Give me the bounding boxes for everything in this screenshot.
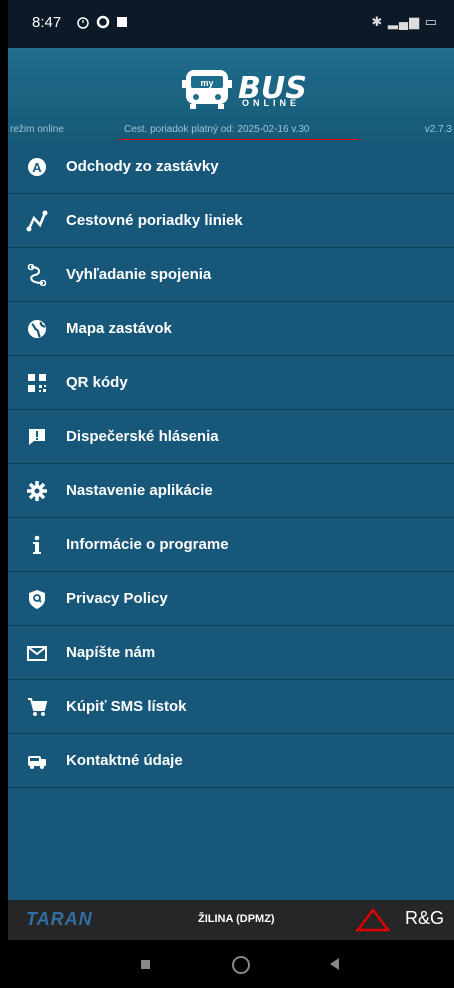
menu-item-privacy-policy[interactable]: Privacy Policy xyxy=(8,572,454,626)
shield-icon xyxy=(8,588,66,610)
menu-item-departures[interactable]: A Odchody zo zastávky xyxy=(8,140,454,194)
status-icons-left xyxy=(76,15,128,29)
status-right-icons: ✱ ▂▄▆ ▭ xyxy=(371,14,438,29)
city-label: ŽILINA (DPMZ) xyxy=(198,913,275,925)
menu-item-label: Odchody zo zastávky xyxy=(66,158,219,175)
ring-icon xyxy=(96,15,110,29)
qr-code-icon xyxy=(8,372,66,394)
rg-logo: R&G xyxy=(404,908,444,928)
home-button[interactable] xyxy=(232,956,250,974)
menu-item-label: Kúpiť SMS lístok xyxy=(66,698,187,715)
menu-item-stop-map[interactable]: Mapa zastávok xyxy=(8,302,454,356)
menu-item-app-settings[interactable]: Nastavenie aplikácie xyxy=(8,464,454,518)
recent-apps-button[interactable] xyxy=(141,960,150,969)
system-nav-bar xyxy=(8,940,454,988)
footer-bar: TARAN ŽILINA (DPMZ) R&G xyxy=(8,900,454,940)
cart-icon xyxy=(8,696,66,718)
mybus-logo: my BUS ONLINE xyxy=(182,68,307,110)
menu-item-timetables[interactable]: Cestovné poriadky liniek xyxy=(8,194,454,248)
mode-label: režim online xyxy=(10,124,64,135)
menu-item-contact-details[interactable]: Kontaktné údaje xyxy=(8,734,454,788)
back-button[interactable] xyxy=(330,958,339,970)
menu-item-buy-sms-ticket[interactable]: Kúpiť SMS lístok xyxy=(8,680,454,734)
info-icon xyxy=(8,534,66,556)
menu-item-dispatcher-alerts[interactable]: Dispečerské hlásenia xyxy=(8,410,454,464)
version-label: v2.7.3 xyxy=(424,124,452,135)
menu-item-label: Informácie o programe xyxy=(66,536,229,553)
square-notification-icon xyxy=(117,17,127,27)
menu-item-label: Privacy Policy xyxy=(66,590,168,607)
menu-item-write-us[interactable]: Napíšte nám xyxy=(8,626,454,680)
globe-icon xyxy=(8,318,66,340)
menu-item-label: Napíšte nám xyxy=(66,644,156,661)
status-bar: 8:47 ✱ ▂▄▆ ▭ xyxy=(8,0,454,48)
bus-contact-icon xyxy=(8,750,66,772)
status-time: 8:47 xyxy=(32,14,62,31)
menu-item-program-info[interactable]: Informácie o programe xyxy=(8,518,454,572)
app-header: my BUS ONLINE režim online Cest. poriado… xyxy=(8,48,454,142)
a-circle-icon: A xyxy=(8,156,66,178)
menu-item-qr-codes[interactable]: QR kódy xyxy=(8,356,454,410)
menu-item-label: Vyhľadanie spojenia xyxy=(66,266,212,283)
route-map-icon xyxy=(8,210,66,232)
menu-item-label: Dispečerské hlásenia xyxy=(66,428,219,445)
menu-item-label: QR kódy xyxy=(66,374,128,391)
main-menu: A Odchody zo zastávky Cestovné poriadky … xyxy=(8,140,454,900)
mail-icon xyxy=(8,642,66,664)
menu-item-label: Mapa zastávok xyxy=(66,320,172,337)
bus-logo-icon: my xyxy=(182,70,232,109)
connection-search-icon xyxy=(8,263,66,286)
menu-item-connection-search[interactable]: Vyhľadanie spojenia xyxy=(8,248,454,302)
taran-logo: TARAN xyxy=(26,909,93,929)
timetable-validity: Cest. poriadok platný od: 2025-02-16 v.3… xyxy=(124,124,310,135)
logo-online-text: ONLINE xyxy=(242,98,301,108)
menu-item-label: Cestovné poriadky liniek xyxy=(66,212,243,229)
gear-icon xyxy=(8,480,66,502)
menu-item-label: Kontaktné údaje xyxy=(66,752,183,769)
rg-triangle-logo-icon xyxy=(356,908,390,932)
alert-message-icon xyxy=(8,426,66,448)
alarm-icon xyxy=(77,17,89,29)
menu-item-label: Nastavenie aplikácie xyxy=(66,482,213,499)
svg-text:A: A xyxy=(32,160,42,175)
logo-my-text: my xyxy=(200,78,213,88)
